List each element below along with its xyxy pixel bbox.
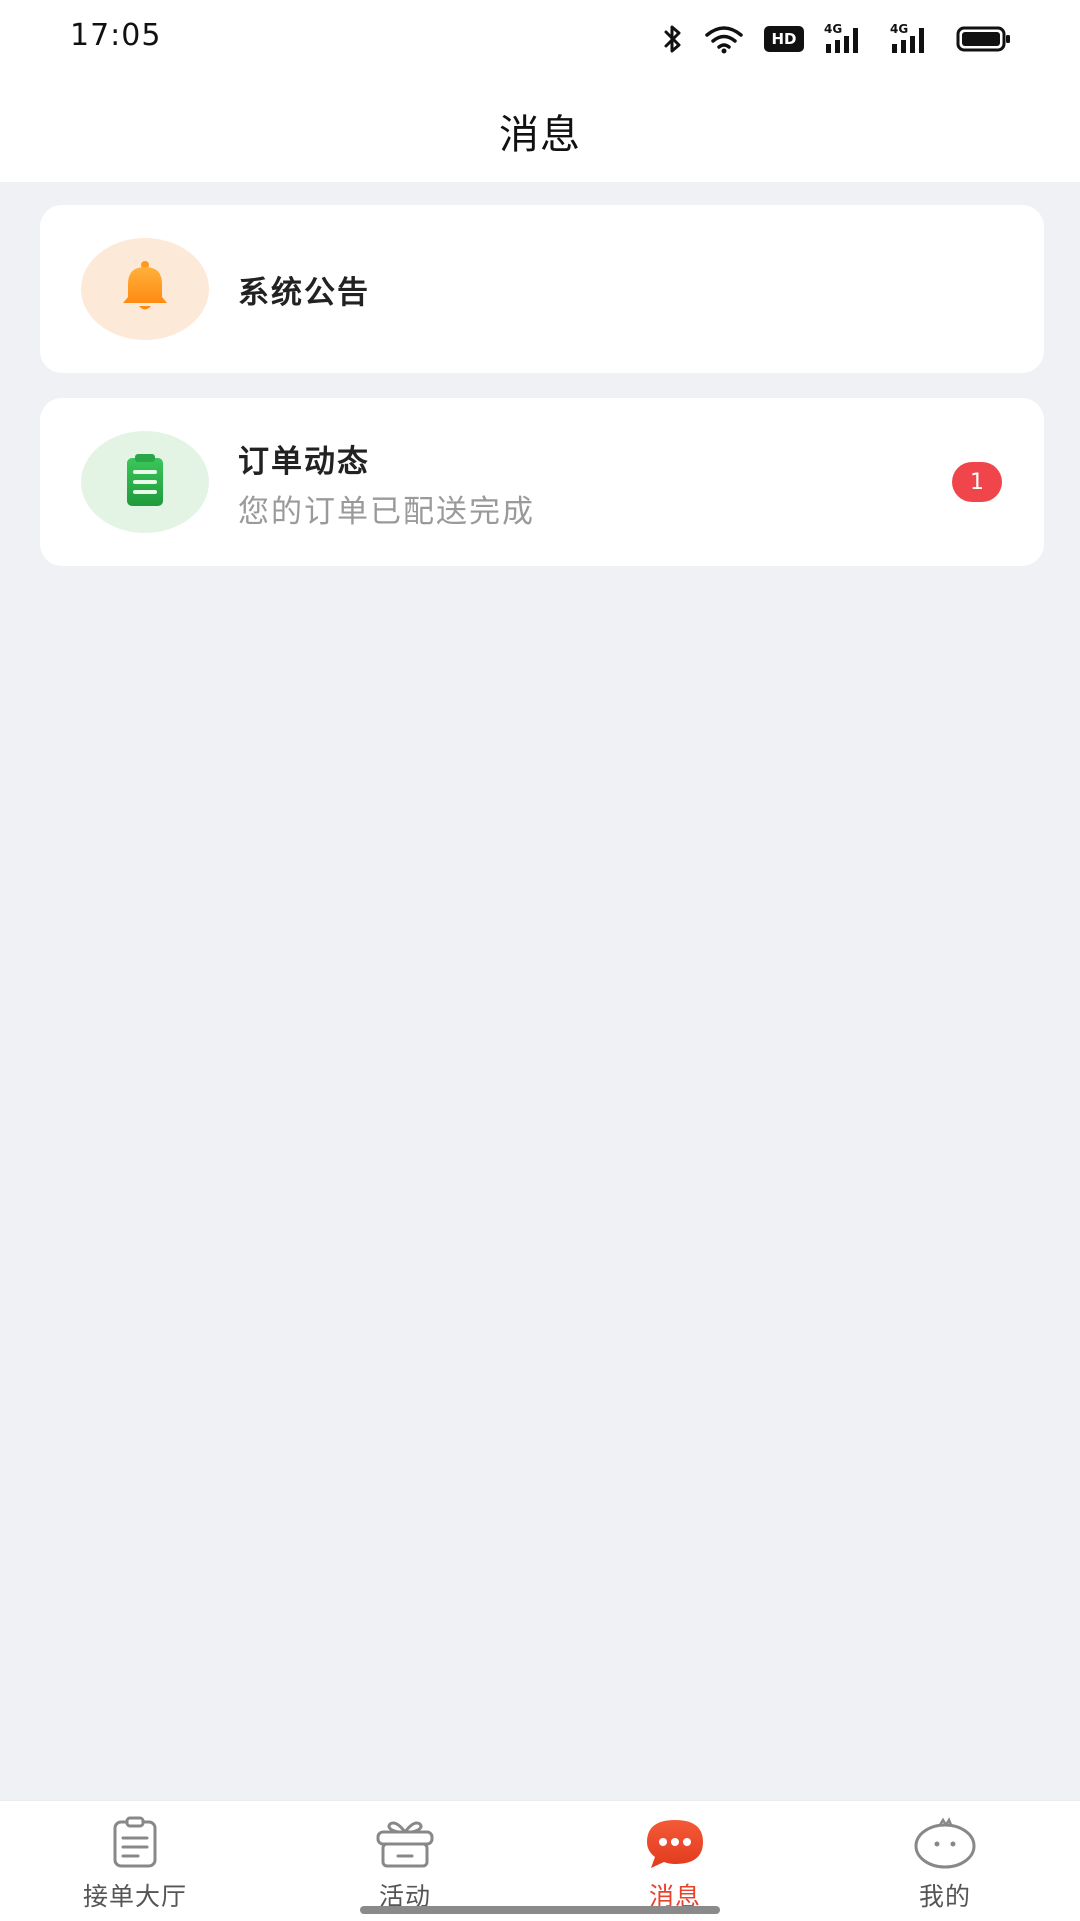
signal-4g-icon: 4G xyxy=(890,22,936,54)
nav-label: 接单大厅 xyxy=(82,1882,187,1911)
bell-icon xyxy=(115,257,175,321)
profile-face-icon xyxy=(913,1815,977,1871)
nav-item-activity[interactable]: 活动 xyxy=(270,1801,540,1921)
nav-item-mine[interactable]: 我的 xyxy=(810,1801,1080,1921)
message-item-system-notice[interactable]: 系统公告 xyxy=(40,205,1044,373)
message-title: 订单动态 xyxy=(238,444,370,480)
message-subtitle: 您的订单已配送完成 xyxy=(238,494,535,530)
hd-icon: HD xyxy=(764,26,804,52)
nav-item-order-hall[interactable]: 接单大厅 xyxy=(0,1801,270,1921)
status-time: 17:05 xyxy=(70,18,162,53)
clipboard-icon-circle xyxy=(81,431,209,533)
unread-badge: 1 xyxy=(952,462,1002,502)
bell-icon-circle xyxy=(81,238,209,340)
nav-item-messages[interactable]: 消息 xyxy=(540,1801,810,1921)
page-header: 消息 xyxy=(0,80,1080,182)
bottom-nav: 接单大厅 活动 消息 我的 xyxy=(0,1800,1080,1921)
battery-icon xyxy=(956,25,1012,53)
bluetooth-icon xyxy=(662,24,684,54)
status-icons: HD 4G 4G xyxy=(662,22,1012,56)
order-hall-icon xyxy=(103,1815,167,1871)
status-bar: 17:05 HD 4G 4G xyxy=(0,0,1080,80)
clipboard-icon xyxy=(115,450,175,514)
chat-bubble-icon xyxy=(643,1815,707,1871)
home-indicator[interactable] xyxy=(360,1906,720,1914)
nav-label: 我的 xyxy=(918,1882,971,1911)
wifi-icon xyxy=(704,24,744,54)
hd-label: HD xyxy=(771,30,797,48)
gift-icon xyxy=(373,1815,437,1871)
message-title: 系统公告 xyxy=(238,275,370,311)
signal-4g-icon: 4G xyxy=(824,22,870,54)
message-item-order-updates[interactable]: 订单动态 您的订单已配送完成 1 xyxy=(40,398,1044,566)
page-title: 消息 xyxy=(499,112,581,158)
